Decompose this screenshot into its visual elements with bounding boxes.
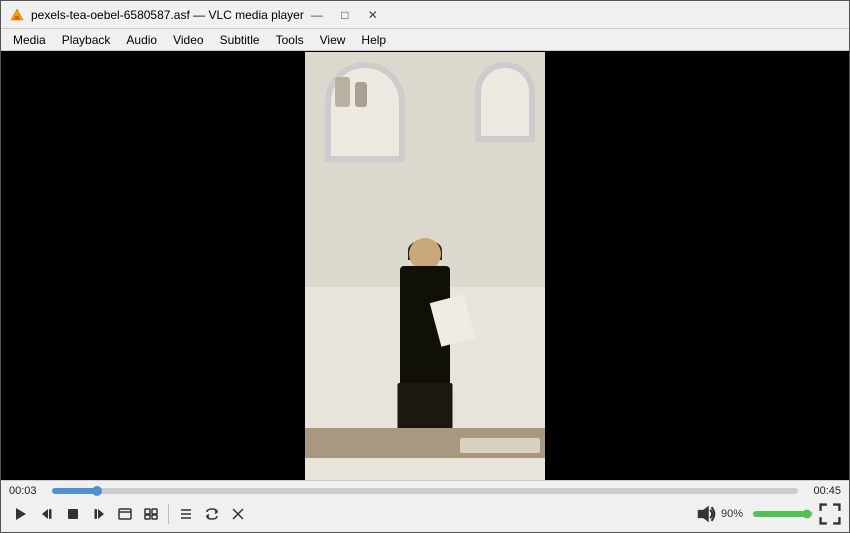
separator-1: [168, 504, 169, 524]
volume-button[interactable]: [695, 503, 717, 525]
progress-row: 00:03 00:45: [1, 481, 849, 499]
maximize-button[interactable]: □: [332, 5, 358, 25]
volume-thumb: [803, 510, 812, 519]
controls-area: 00:03 00:45: [1, 480, 849, 532]
volume-icon: [695, 503, 717, 525]
volume-fill: [753, 511, 807, 517]
papers-on-table: [460, 438, 540, 453]
volume-area: 90%: [695, 503, 813, 525]
shelf-arch-right: [475, 62, 535, 142]
menu-subtitle[interactable]: Subtitle: [212, 29, 268, 50]
prev-icon: [40, 507, 54, 521]
menu-tools[interactable]: Tools: [268, 29, 312, 50]
time-total: 00:45: [806, 485, 841, 497]
prev-button[interactable]: [35, 502, 59, 526]
close-button[interactable]: ✕: [360, 5, 386, 25]
next-button[interactable]: [87, 502, 111, 526]
shelf-object-2: [355, 82, 367, 107]
menu-media[interactable]: Media: [5, 29, 54, 50]
volume-bar[interactable]: [753, 511, 813, 517]
menu-help[interactable]: Help: [353, 29, 394, 50]
fullscreen-icon: [118, 507, 132, 521]
random-button[interactable]: [226, 502, 250, 526]
window-title: pexels-tea-oebel-6580587.asf — VLC media…: [31, 8, 304, 22]
window-controls: — □ ✕: [304, 5, 386, 25]
stop-button[interactable]: [61, 502, 85, 526]
time-current: 00:03: [9, 485, 44, 497]
shelf-object-1: [335, 77, 350, 107]
next-icon: [92, 507, 106, 521]
stop-icon: [66, 507, 80, 521]
play-button[interactable]: [9, 502, 33, 526]
titlebar: pexels-tea-oebel-6580587.asf — VLC media…: [1, 1, 849, 29]
progress-bar[interactable]: [52, 488, 798, 494]
loop-button[interactable]: [200, 502, 224, 526]
menu-playback[interactable]: Playback: [54, 29, 119, 50]
x-icon: [231, 507, 245, 521]
volume-percentage: 90%: [721, 508, 749, 520]
extended-icon: [144, 507, 158, 521]
menubar: Media Playback Audio Video Subtitle Tool…: [1, 29, 849, 51]
video-area[interactable]: [1, 51, 849, 480]
progress-fill: [52, 488, 97, 494]
menu-audio[interactable]: Audio: [118, 29, 165, 50]
fullscreen-expand-icon: [819, 503, 841, 525]
vlc-icon: [9, 7, 25, 23]
playlist-icon: [179, 507, 193, 521]
minimize-button[interactable]: —: [304, 5, 330, 25]
fullscreen-toggle-button[interactable]: [113, 502, 137, 526]
figure: [375, 238, 475, 458]
fullscreen-button[interactable]: [819, 503, 841, 525]
loop-icon: [205, 507, 219, 521]
playlist-button[interactable]: [174, 502, 198, 526]
video-frame: [305, 52, 545, 480]
extended-controls-button[interactable]: [139, 502, 163, 526]
menu-view[interactable]: View: [312, 29, 354, 50]
progress-thumb: [92, 486, 102, 496]
buttons-row: 90%: [1, 499, 849, 532]
menu-video[interactable]: Video: [165, 29, 211, 50]
play-icon: [14, 507, 28, 521]
